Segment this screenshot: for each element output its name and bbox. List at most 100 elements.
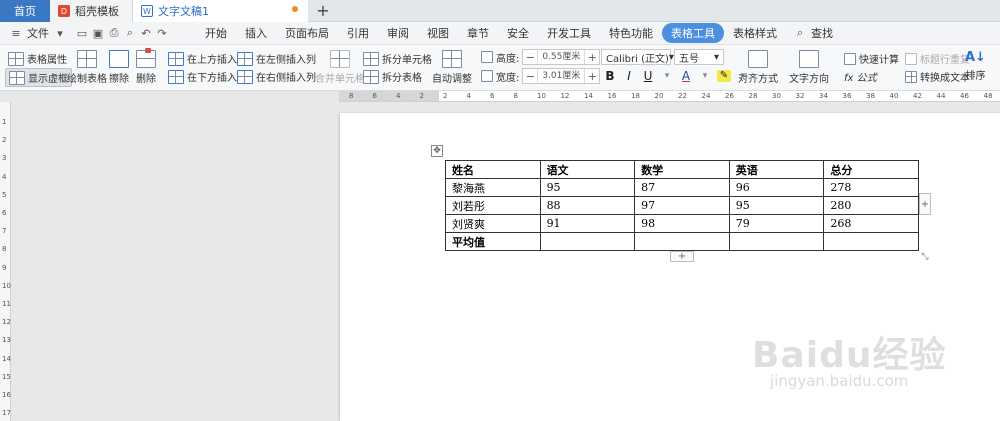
- table-cell[interactable]: 280: [823, 196, 919, 215]
- repeat-header-button[interactable]: 标题行重复: [905, 51, 970, 66]
- width-value[interactable]: 3.01厘米: [537, 69, 586, 83]
- convert-to-text-button[interactable]: 转换成文本: [905, 69, 970, 84]
- table-cell[interactable]: 姓名: [445, 160, 541, 179]
- table-cell[interactable]: 97: [634, 196, 730, 215]
- vertical-ruler[interactable]: 1 2 3 4 5 6 7 8 9 10 11 12 13 14 15 16 17: [0, 102, 11, 421]
- sort-button[interactable]: A↓ 排序: [965, 50, 986, 82]
- file-menu[interactable]: ≡ 文件 ▾: [0, 25, 74, 41]
- height-increase-button[interactable]: +: [585, 50, 599, 64]
- draw-table-button[interactable]: 绘制表格: [67, 50, 107, 85]
- table-properties-button[interactable]: 表格属性: [8, 51, 67, 66]
- open-folder-icon[interactable]: ▭: [74, 25, 90, 41]
- ruler-number: 7: [2, 227, 7, 236]
- tab-template[interactable]: D 稻壳模板: [50, 0, 133, 22]
- insert-col-left-button[interactable]: 在左侧插入列: [237, 51, 316, 66]
- underline-button[interactable]: U: [641, 69, 655, 83]
- split-table-label: 拆分表格: [382, 73, 422, 84]
- menu-item[interactable]: 审阅: [378, 25, 418, 41]
- menu-item[interactable]: 引用: [338, 25, 378, 41]
- col-width-control: 宽度: − 3.01厘米 +: [481, 68, 601, 84]
- height-stepper[interactable]: − 0.55厘米 +: [522, 49, 601, 65]
- menu-item-table-tools[interactable]: 表格工具: [662, 23, 724, 43]
- font-name-select[interactable]: Calibri (正文) ▾: [601, 49, 674, 65]
- row-height-icon: [481, 51, 493, 63]
- menu-item[interactable]: 章节: [458, 25, 498, 41]
- split-table-button[interactable]: 拆分表格: [363, 69, 422, 84]
- split-cells-button[interactable]: 拆分单元格: [363, 51, 432, 66]
- table-cell[interactable]: 95: [728, 196, 825, 215]
- table-cell[interactable]: 98: [634, 214, 730, 233]
- height-value[interactable]: 0.55厘米: [537, 50, 586, 64]
- new-tab-button[interactable]: +: [314, 1, 332, 20]
- width-increase-button[interactable]: +: [585, 69, 599, 83]
- ruler-number: 32: [795, 92, 805, 100]
- menu-item[interactable]: 特色功能: [600, 25, 662, 41]
- table-cell[interactable]: 79: [728, 214, 825, 233]
- insert-col-right-button[interactable]: 在右侧插入列: [237, 69, 316, 84]
- add-row-button[interactable]: +: [670, 251, 694, 262]
- merge-cells-button[interactable]: 合并单元格: [315, 50, 365, 85]
- table-cell[interactable]: 平均值: [445, 232, 541, 251]
- undo-icon[interactable]: ↶: [138, 25, 154, 41]
- menu-item[interactable]: 安全: [498, 25, 538, 41]
- erase-button[interactable]: 擦除: [109, 50, 129, 85]
- table-resize-handle[interactable]: ⤡: [919, 251, 931, 263]
- font-color-button[interactable]: A: [679, 69, 693, 83]
- height-decrease-button[interactable]: −: [523, 50, 537, 64]
- quick-calc-button[interactable]: 快速计算: [844, 51, 899, 66]
- italic-button[interactable]: I: [622, 69, 636, 83]
- insert-row-below-button[interactable]: 在下方插入行: [168, 69, 247, 84]
- table-cell[interactable]: [823, 232, 919, 251]
- table-cell[interactable]: 黎海燕: [445, 178, 541, 197]
- chevron-down-icon[interactable]: ▾: [660, 71, 674, 81]
- table-cell[interactable]: [634, 232, 730, 251]
- table-cell[interactable]: 刘贤爽: [445, 214, 541, 233]
- menu-item[interactable]: 插入: [236, 25, 276, 41]
- menu-item[interactable]: 表格样式: [724, 25, 786, 41]
- table-cell[interactable]: 88: [539, 196, 636, 215]
- table-cell[interactable]: 英语: [728, 160, 825, 179]
- print-icon[interactable]: ⎙: [106, 25, 122, 41]
- table-cell[interactable]: 刘若彤: [445, 196, 541, 215]
- menu-item[interactable]: 页面布局: [276, 25, 338, 41]
- highlight-icon[interactable]: ✎: [717, 70, 731, 82]
- chevron-down-icon[interactable]: ▾: [698, 71, 712, 81]
- table-cell[interactable]: 91: [539, 214, 636, 233]
- table-cell[interactable]: 数学: [634, 160, 730, 179]
- search-button[interactable]: ⌕ 查找: [786, 25, 833, 41]
- horizontal-ruler[interactable]: 8 6 4 2 2 4 6 8 10 12 14 16 18 20 22 24 26 28 30 32 34 36 38 40…: [339, 91, 1000, 102]
- show-gridlines-button[interactable]: 显示虚框: [5, 68, 72, 87]
- font-size-select[interactable]: 五号 ▾: [674, 49, 724, 65]
- add-column-button[interactable]: +: [919, 193, 931, 215]
- formula-button[interactable]: fx 公式: [844, 69, 877, 84]
- menu-item[interactable]: 开发工具: [538, 25, 600, 41]
- redo-icon[interactable]: ↷: [154, 25, 170, 41]
- width-decrease-button[interactable]: −: [523, 69, 537, 83]
- save-icon[interactable]: ▣: [90, 25, 106, 41]
- ruler-number: 8: [513, 92, 518, 100]
- tab-home[interactable]: 首页: [0, 0, 50, 22]
- tab-document[interactable]: W 文字文稿1: [133, 0, 308, 22]
- table-cell[interactable]: 87: [634, 178, 730, 197]
- menu-item[interactable]: 视图: [418, 25, 458, 41]
- table-cell[interactable]: [728, 232, 825, 251]
- score-table[interactable]: 姓名 语文 数学 英语 总分 黎海燕 95 87 96 278 刘若彤 88 9…: [445, 160, 919, 251]
- print-preview-icon[interactable]: ⌕: [122, 25, 138, 41]
- table-cell[interactable]: 278: [823, 178, 919, 197]
- table-cell[interactable]: [539, 232, 636, 251]
- text-direction-button[interactable]: 文字方向: [789, 50, 829, 85]
- insert-row-above-button[interactable]: 在上方插入行: [168, 51, 247, 66]
- align-button[interactable]: 对齐方式: [738, 50, 778, 85]
- table-cell[interactable]: 268: [823, 214, 919, 233]
- table-move-handle[interactable]: ✥: [431, 145, 443, 157]
- table-cell[interactable]: 95: [539, 178, 636, 197]
- autofit-button[interactable]: 自动调整: [432, 50, 472, 85]
- bold-button[interactable]: B: [603, 69, 617, 83]
- table-cell[interactable]: 总分: [823, 160, 919, 179]
- delete-button[interactable]: 删除: [136, 48, 156, 85]
- table-cell[interactable]: 96: [728, 178, 825, 197]
- ruler-number: 38: [866, 92, 875, 100]
- menu-item[interactable]: 开始: [196, 25, 236, 41]
- table-cell[interactable]: 语文: [539, 160, 636, 179]
- width-stepper[interactable]: − 3.01厘米 +: [522, 68, 601, 84]
